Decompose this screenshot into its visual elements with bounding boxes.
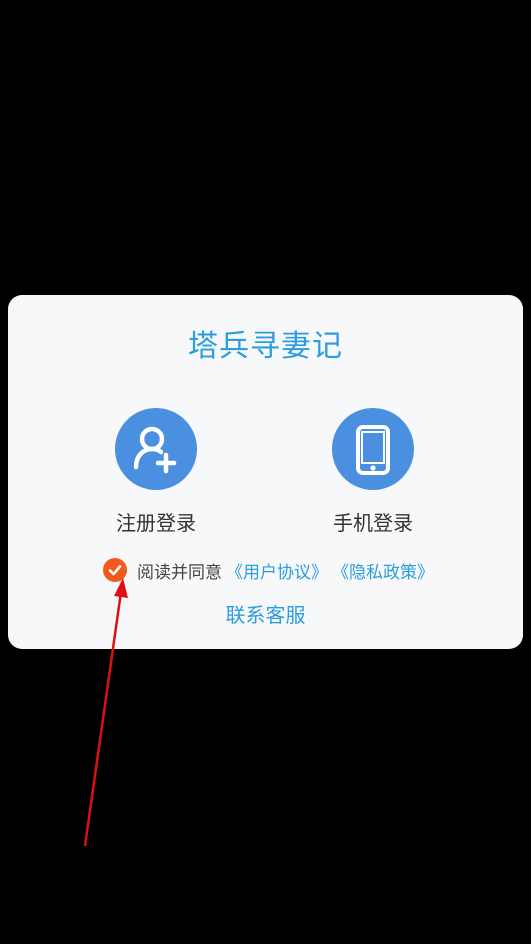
privacy-policy-link[interactable]: 《隐私政策》 [332,558,434,583]
checkmark-icon [108,565,122,576]
agreement-row: 阅读并同意 《用户协议》 《隐私政策》 [103,557,434,583]
screen: 塔兵寻妻记 注册登录 手机登录 阅读并同意 《用户协议》 《隐私政策》 联系客服 [0,0,531,944]
phone-login-button[interactable]: 手机登录 [298,408,448,538]
dialog-title: 塔兵寻妻记 [188,329,343,364]
phone-icon [356,425,390,475]
register-login-label: 注册登录 [116,511,196,535]
user-add-icon [133,426,177,474]
agreement-text: 阅读并同意 [137,562,222,583]
contact-support-link[interactable]: 联系客服 [0,601,531,629]
agreement-checkbox[interactable] [103,558,127,582]
phone-icon-circle [332,408,414,490]
phone-login-label: 手机登录 [333,511,413,535]
user-agreement-link[interactable]: 《用户协议》 [226,558,328,583]
register-icon-circle [115,408,197,490]
register-login-button[interactable]: 注册登录 [81,408,231,538]
